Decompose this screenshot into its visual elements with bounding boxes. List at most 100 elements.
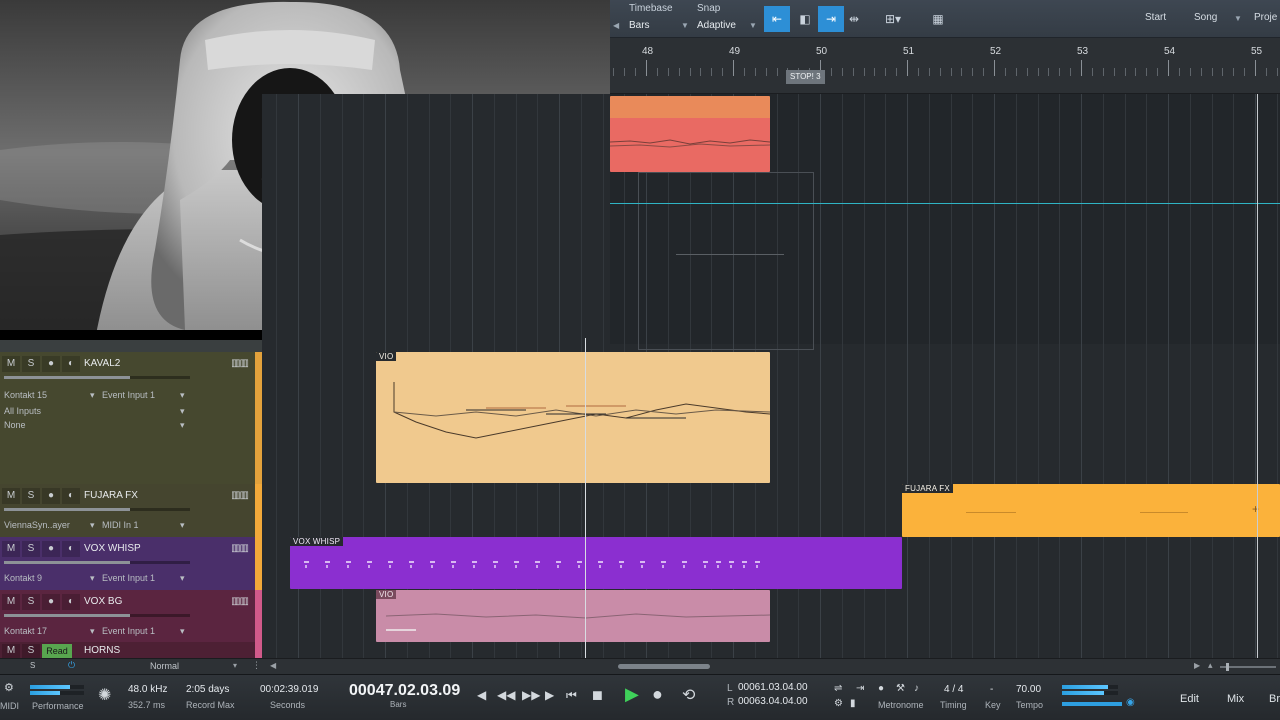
mute-button[interactable]: M (2, 644, 20, 658)
metronome-icon[interactable]: ● (878, 683, 884, 694)
main-volume-slider[interactable] (1062, 702, 1122, 706)
record-button[interactable]: ● (652, 684, 663, 705)
loop-button[interactable]: ⟲ (682, 685, 695, 705)
song-caret-icon[interactable]: ▼ (1234, 14, 1242, 23)
rewind-to-start-icon[interactable]: ◀ (477, 688, 486, 702)
automation-read-button[interactable]: Read (42, 644, 72, 658)
project-page-tab[interactable]: Proje (1254, 12, 1277, 23)
automation-line[interactable] (610, 203, 1280, 204)
input-select[interactable]: Event Input 1 (102, 573, 155, 583)
loop-right-position[interactable]: 00063.04.04.00 (738, 696, 808, 707)
fast-forward-icon[interactable]: ▶▶ (522, 688, 540, 702)
playhead-cursor[interactable] (585, 338, 586, 658)
return-to-zero-icon[interactable]: ⏮ (566, 688, 577, 703)
solo-button[interactable]: S (22, 594, 40, 610)
timebase-left-caret-icon[interactable]: ◀ (613, 21, 619, 30)
zoom-slider-handle[interactable] (1226, 663, 1229, 671)
rewind-icon[interactable]: ◀◀ (497, 688, 515, 702)
instrument-row[interactable]: Kontakt 15 ▾ Event Input 1 ▾ (4, 390, 190, 402)
record-arm-button[interactable]: ● (42, 356, 60, 372)
automation-mode-select[interactable]: Normal (150, 661, 179, 671)
solo-button[interactable]: S (22, 488, 40, 504)
midi-clip-vox-bg[interactable]: VIO (376, 590, 770, 642)
all-inputs-select[interactable]: All Inputs (4, 406, 41, 416)
output-row[interactable]: None ▾ (4, 420, 190, 432)
instrument-select[interactable]: Kontakt 9 (4, 573, 42, 583)
input-row[interactable]: All Inputs ▾ (4, 406, 190, 418)
timeline-ruler[interactable]: 48 49 50 51 52 53 54 55 STOP! 3 (610, 38, 1280, 94)
key-value[interactable]: - (990, 684, 993, 695)
song-page-tab[interactable]: Song (1194, 12, 1217, 23)
monitor-button[interactable]: ◐ (62, 488, 80, 504)
monitor-button[interactable]: ◐ (62, 594, 80, 610)
instrument-keys-icon[interactable]: ▥▥ (231, 596, 249, 607)
mode-caret-icon[interactable]: ▾ (233, 661, 237, 670)
instrument-row[interactable]: Kontakt 17 ▾ Event Input 1 ▾ (4, 626, 190, 638)
track-kaval2[interactable]: M S ● ◐ KAVAL2 ▥▥ Kontakt 15 ▾ Event Inp… (0, 352, 262, 484)
position-display[interactable]: 00047.02.03.09 (349, 682, 460, 700)
mute-button[interactable]: M (2, 541, 20, 557)
volume-fader[interactable] (4, 376, 190, 379)
main-output-icon[interactable]: ◉ (1126, 697, 1135, 708)
song-end-marker[interactable] (1257, 94, 1258, 658)
record-arm-button[interactable]: ● (42, 594, 60, 610)
input-select[interactable]: Event Input 1 (102, 626, 155, 636)
instrument-keys-icon[interactable]: ▥▥ (231, 543, 249, 554)
midi-clip-vio[interactable]: VIO (376, 352, 770, 483)
edit-view-button[interactable]: Edit (1180, 693, 1199, 705)
browse-view-button[interactable]: Br (1269, 693, 1280, 705)
audio-clip-top[interactable] (610, 96, 770, 172)
snap-quantize-button[interactable]: ⇤ (764, 6, 790, 32)
record-arm-button[interactable]: ● (42, 488, 60, 504)
solo-button[interactable]: S (22, 644, 40, 658)
midi-clip-vox-whisp[interactable]: VOX WHISP (290, 537, 902, 589)
grid-options-button[interactable]: ⊞▾ (878, 6, 908, 32)
mute-button[interactable]: M (2, 356, 20, 372)
start-page-tab[interactable]: Start (1145, 12, 1166, 23)
snap-events-button[interactable]: ◧ (794, 6, 816, 32)
instrument-select[interactable]: ViennaSyn..ayer (4, 520, 70, 530)
scroll-right-icon[interactable]: ▶ (1194, 661, 1200, 670)
solo-button[interactable]: S (22, 541, 40, 557)
output-select[interactable]: None (4, 420, 26, 430)
snap-select[interactable]: Adaptive (697, 20, 736, 31)
volume-fader[interactable] (4, 561, 190, 564)
track-name[interactable]: KAVAL2 (84, 358, 120, 369)
browser-toggle-button[interactable]: ▦ (928, 6, 948, 32)
snap-caret-icon[interactable]: ▼ (749, 21, 757, 30)
instrument-row[interactable]: Kontakt 9 ▾ Event Input 1 ▾ (4, 573, 190, 585)
performance-label[interactable]: Performance (32, 701, 84, 711)
pre-roll-icon[interactable]: ⇥ (856, 683, 864, 694)
timebase-caret-icon[interactable]: ▼ (681, 21, 689, 30)
autoscroll-button[interactable]: ⇹ (846, 6, 862, 32)
track-fujara-fx[interactable]: M S ● ◐ FUJARA FX ▥▥ ViennaSyn..ayer ▾ M… (0, 484, 262, 537)
track-name[interactable]: HORNS (84, 645, 120, 656)
track-vox-whisp[interactable]: M S ● ◐ VOX WHISP ▥▥ Kontakt 9 ▾ Event I… (0, 537, 262, 590)
solo-mini-icon[interactable]: S (30, 661, 35, 670)
stop-button[interactable]: ■ (592, 685, 603, 706)
track-name[interactable]: VOX WHISP (84, 543, 141, 554)
seconds-display[interactable]: 00:02:39.019 (260, 684, 318, 695)
play-button[interactable]: ▶ (625, 684, 639, 705)
zoom-out-icon[interactable]: ▴ (1208, 660, 1213, 671)
power-icon[interactable]: ⏻ (68, 660, 75, 671)
horizontal-scrollbar[interactable] (618, 664, 710, 669)
punch-icon[interactable]: ⇌ (834, 683, 842, 694)
tempo-value[interactable]: 70.00 (1016, 684, 1041, 695)
mute-button[interactable]: M (2, 488, 20, 504)
metronome-volume-icon[interactable]: ▮ (850, 698, 856, 709)
mix-view-button[interactable]: Mix (1227, 693, 1244, 705)
track-name[interactable]: VOX BG (84, 596, 122, 607)
midi-clip-fujara-fx[interactable]: FUJARA FX + (902, 484, 1280, 537)
snap-grid-button[interactable]: ⇥ (818, 6, 844, 32)
record-arm-button[interactable]: ● (42, 541, 60, 557)
instrument-select[interactable]: Kontakt 17 (4, 626, 47, 636)
track-list-resize-icon[interactable]: ⋮ (252, 660, 261, 671)
solo-button[interactable]: S (22, 356, 40, 372)
input-select[interactable]: Event Input 1 (102, 390, 155, 400)
volume-fader[interactable] (4, 614, 190, 617)
timebase-select[interactable]: Bars (629, 20, 650, 31)
monitor-button[interactable]: ◐ (62, 541, 80, 557)
instrument-row[interactable]: ViennaSyn..ayer ▾ MIDI In 1 ▾ (4, 520, 190, 532)
track-vox-bg[interactable]: M S ● ◐ VOX BG ▥▥ Kontakt 17 ▾ Event Inp… (0, 590, 262, 642)
